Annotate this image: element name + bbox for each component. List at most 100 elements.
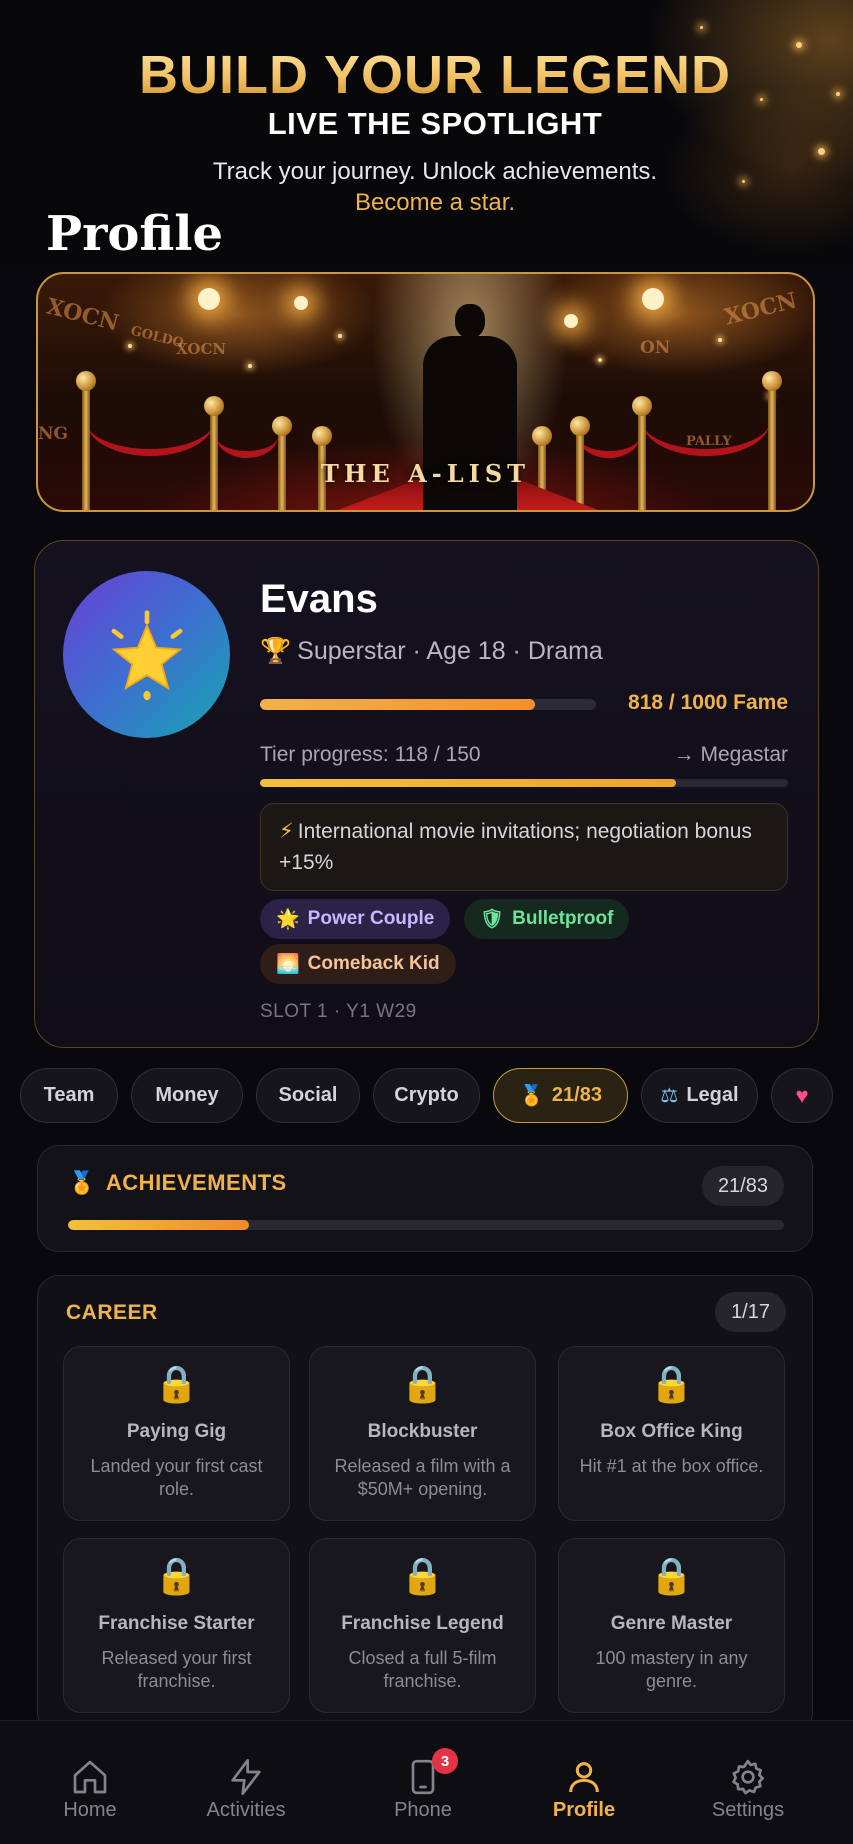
- star-icon: 🌟: [276, 909, 300, 930]
- hero-title: BUILD YOUR LEGEND: [0, 44, 853, 106]
- tier-progress-bar: [260, 779, 788, 787]
- achievement-name: Box Office King: [600, 1421, 743, 1442]
- banner-title: THE A-LIST: [320, 459, 531, 488]
- achievements-title: 🏅 ACHIEVEMENTS: [68, 1170, 287, 1196]
- spotlight-decoration: [294, 296, 308, 310]
- medal-icon: 🏅: [68, 1170, 96, 1195]
- page-title: Profile: [46, 206, 224, 262]
- achievements-count: 21/83: [701, 1166, 784, 1206]
- tab-social[interactable]: Social: [256, 1068, 360, 1123]
- lock-icon: 🔒: [400, 1555, 445, 1596]
- sunrise-icon: 🌅: [276, 954, 300, 975]
- lock-icon: 🔒: [400, 1363, 445, 1404]
- achievement-name: Paying Gig: [126, 1421, 227, 1442]
- heart-icon: ♥: [795, 1082, 809, 1108]
- fame-value: 818 / 1000 Fame: [628, 691, 788, 714]
- tab-label: Crypto: [394, 1084, 459, 1106]
- tab-crypto[interactable]: Crypto: [373, 1068, 480, 1123]
- sparkle-decoration: [598, 358, 602, 362]
- velvet-rope: [86, 386, 214, 456]
- spotlight-decoration: [198, 288, 220, 310]
- sparkle-decoration: [338, 334, 342, 338]
- fame-progress-fill: [260, 699, 535, 710]
- nav-settings[interactable]: Settings: [668, 1721, 828, 1844]
- hero-tagline: Track your journey. Unlock achievements.: [212, 158, 658, 185]
- gear-icon: [732, 1759, 764, 1795]
- tier-next-label: → Megastar: [673, 743, 788, 766]
- perk-box: ⚡ International movie invitations; negoti…: [260, 803, 788, 891]
- achievement-tile[interactable]: 🔒 Genre Master 100 mastery in any genre.: [558, 1538, 785, 1713]
- section-tabs: Team Money Social Crypto 🏅 21/83 ⚖ Legal ♥: [0, 1068, 853, 1124]
- tier-progress-fill: [260, 779, 676, 787]
- achievement-tile[interactable]: 🔒 Blockbuster Released a film with a $50…: [309, 1346, 536, 1521]
- trait-label: Comeback Kid: [307, 953, 440, 974]
- banner-word: XOCN: [721, 287, 800, 331]
- achievement-name: Blockbuster: [367, 1421, 478, 1442]
- stanchion-post: [76, 371, 96, 510]
- home-icon: [73, 1760, 107, 1794]
- banner-word: NG: [38, 424, 69, 444]
- tab-money[interactable]: Money: [131, 1068, 243, 1123]
- achievement-desc: Released your first franchise.: [101, 1648, 252, 1691]
- sparkle-decoration: [818, 148, 825, 155]
- bolt-icon: [231, 1759, 261, 1795]
- achievement-desc: Closed a full 5-film franchise.: [348, 1648, 497, 1691]
- fame-progress-bar: [260, 699, 596, 710]
- sparkle-decoration: [700, 26, 703, 29]
- achievements-summary: 🏅 ACHIEVEMENTS 21/83: [37, 1145, 813, 1252]
- tab-label: Legal: [686, 1084, 739, 1106]
- profile-card: Evans 🏆 Superstar · Age 18 · Drama 818 / …: [34, 540, 819, 1048]
- tab-relationships[interactable]: ♥: [771, 1068, 833, 1123]
- career-section: CAREER 1/17 🔒 Paying Gig Landed your fir…: [37, 1275, 813, 1735]
- bottom-nav: Home Activities 3 Phone Profile Settings: [0, 1720, 853, 1844]
- spotlight-decoration: [642, 288, 664, 310]
- stanchion-post: [762, 371, 782, 510]
- nav-activities[interactable]: Activities: [166, 1721, 326, 1844]
- nav-home[interactable]: Home: [10, 1721, 170, 1844]
- achievement-tile[interactable]: 🔒 Franchise Legend Closed a full 5-film …: [309, 1538, 536, 1713]
- avatar[interactable]: [63, 571, 230, 738]
- scales-icon: ⚖: [660, 1085, 679, 1107]
- nav-phone[interactable]: 3 Phone: [343, 1721, 503, 1844]
- shield-icon: 🛡: [480, 909, 505, 930]
- achievement-name: Franchise Starter: [98, 1613, 255, 1634]
- silhouette-figure: [455, 304, 485, 338]
- achievement-tile[interactable]: 🔒 Franchise Starter Released your first …: [63, 1538, 290, 1713]
- achievement-tile[interactable]: 🔒 Box Office King Hit #1 at the box offi…: [558, 1346, 785, 1521]
- velvet-rope: [216, 414, 278, 458]
- profile-meta-text: Superstar · Age 18 · Drama: [297, 637, 603, 665]
- sparkle-decoration: [718, 338, 722, 342]
- velvet-rope: [642, 386, 770, 456]
- lock-icon: 🔒: [154, 1363, 199, 1404]
- tab-achievements[interactable]: 🏅 21/83: [493, 1068, 628, 1123]
- achievement-desc: 100 mastery in any genre.: [595, 1648, 748, 1691]
- nav-label: Activities: [206, 1799, 286, 1821]
- achievements-progress-bar: [68, 1220, 784, 1230]
- trait-chip-bulletproof[interactable]: 🛡 Bulletproof: [464, 899, 630, 939]
- sparkle-decoration: [248, 364, 252, 368]
- career-title: CAREER: [66, 1301, 158, 1324]
- achievement-desc: Hit #1 at the box office.: [579, 1456, 764, 1476]
- nav-profile[interactable]: Profile: [504, 1721, 664, 1844]
- achievements-title-text: ACHIEVEMENTS: [105, 1170, 287, 1195]
- tab-label: Team: [43, 1084, 95, 1106]
- trophy-icon: 🏆: [260, 637, 292, 665]
- tab-team[interactable]: Team: [20, 1068, 118, 1123]
- spotlight-decoration: [564, 314, 578, 328]
- achievement-desc: Released a film with a $50M+ opening.: [334, 1456, 511, 1499]
- hero-subtitle: LIVE THE SPOTLIGHT: [267, 106, 603, 141]
- tab-label: Money: [155, 1084, 219, 1106]
- a-list-banner: XOCN GOLDO XOCN ON XOCN NG PALLY THE A-L…: [36, 272, 815, 512]
- profile-name: Evans: [260, 577, 378, 621]
- achievement-tile[interactable]: 🔒 Paying Gig Landed your first cast role…: [63, 1346, 290, 1521]
- trait-label: Bulletproof: [512, 908, 614, 929]
- achievements-progress-fill: [68, 1220, 250, 1230]
- nav-label: Settings: [711, 1799, 785, 1821]
- trait-chip-comeback-kid[interactable]: 🌅 Comeback Kid: [260, 944, 456, 984]
- tab-label: 21/83: [551, 1084, 602, 1106]
- nav-label: Home: [63, 1799, 117, 1821]
- person-icon: [569, 1762, 599, 1793]
- tab-label: Social: [278, 1084, 338, 1106]
- trait-chip-power-couple[interactable]: 🌟 Power Couple: [260, 899, 451, 939]
- tab-legal[interactable]: ⚖ Legal: [641, 1068, 758, 1123]
